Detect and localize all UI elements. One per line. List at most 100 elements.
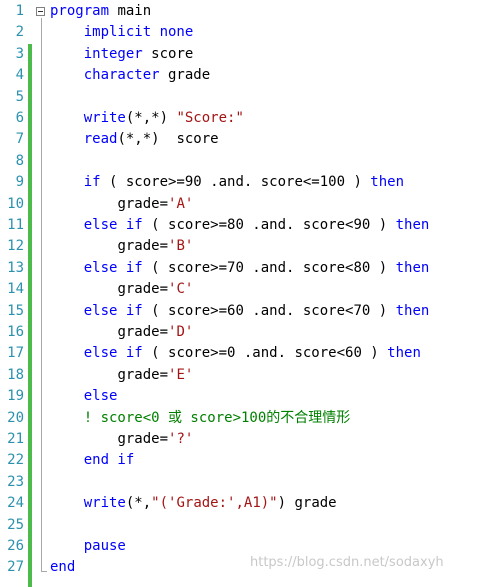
line-number: 19 xyxy=(7,388,24,405)
code-line[interactable]: 24 write(*,"('Grade:',A1)") grade xyxy=(0,493,478,514)
string-token: '?' xyxy=(168,431,194,447)
line-number: 3 xyxy=(15,45,24,62)
keyword-token: else if xyxy=(83,259,143,276)
line-number: 20 xyxy=(7,409,24,426)
keyword-token: else if xyxy=(83,217,143,233)
code-editor[interactable]: 1 program main 2 implicit none 3 integer sc… xyxy=(0,0,478,587)
code-text: if ( score>=90 .and. score<=100 ) then xyxy=(50,172,404,193)
line-number: 27 xyxy=(7,559,24,576)
keyword-token: else xyxy=(83,388,118,405)
line-number: 5 xyxy=(15,88,24,105)
code-text: grade='?' xyxy=(50,429,193,450)
keyword-token: read xyxy=(83,131,118,148)
code-line[interactable]: 1 program main xyxy=(0,1,478,22)
line-number: 16 xyxy=(7,324,24,340)
code-text: read(*,*) score xyxy=(50,129,219,150)
keyword-token: then xyxy=(395,259,430,276)
code-token: grade= xyxy=(117,281,169,298)
line-number: 25 xyxy=(7,516,24,533)
code-token: (*,*) xyxy=(125,110,177,126)
code-token: (*, xyxy=(125,495,152,512)
keyword-token: write xyxy=(83,110,126,126)
code-text: pause xyxy=(50,536,126,557)
keyword-token: write xyxy=(83,495,126,512)
line-number: 14 xyxy=(7,281,24,298)
string-token: 'E' xyxy=(168,366,194,383)
line-number: 1 xyxy=(15,3,24,19)
code-line[interactable]: 19 else xyxy=(0,386,478,407)
code-line[interactable]: 7 read(*,*) score xyxy=(0,129,478,150)
keyword-token: end xyxy=(50,559,76,576)
code-token: (*,*) score xyxy=(117,131,219,148)
code-line[interactable]: 9 if ( score>=90 .and. score<=100 ) then xyxy=(0,172,478,193)
keyword-token: end if xyxy=(83,452,135,469)
code-text: else if ( score>=70 .and. score<80 ) the… xyxy=(50,258,430,279)
string-token: 'D' xyxy=(168,324,194,340)
line-number: 8 xyxy=(15,152,24,169)
line-number: 22 xyxy=(7,452,24,469)
line-number: 6 xyxy=(15,110,24,126)
code-line[interactable]: 15 else if ( score>=60 .and. score<70 ) … xyxy=(0,301,478,322)
line-number: 13 xyxy=(7,259,24,276)
code-token: ( score>=60 .and. score<70 ) xyxy=(142,302,396,319)
comment-token: ! score<0 或 score>100的不合理情形 xyxy=(83,409,351,426)
code-line[interactable]: 6 write(*,*) "Score:" xyxy=(0,108,478,129)
code-line[interactable]: 8 xyxy=(0,151,478,172)
code-line[interactable]: 2 implicit none xyxy=(0,22,478,43)
line-number: 21 xyxy=(7,431,24,447)
keyword-token: then xyxy=(395,217,430,233)
line-number: 7 xyxy=(15,131,24,148)
string-token: "Score:" xyxy=(176,110,244,126)
code-token: grade= xyxy=(117,238,169,255)
code-line[interactable]: 4 character grade xyxy=(0,65,478,86)
code-token: score xyxy=(142,45,194,62)
line-number: 23 xyxy=(7,473,24,490)
code-text: write(*,"('Grade:',A1)") grade xyxy=(50,493,337,514)
code-line[interactable]: 16 grade='D' xyxy=(0,322,478,343)
code-line[interactable]: 21 grade='?' xyxy=(0,429,478,450)
code-line[interactable]: 20 ! score<0 或 score>100的不合理情形 xyxy=(0,408,478,429)
code-text: grade='A' xyxy=(50,194,193,215)
code-text: else if ( score>=80 .and. score<90 ) the… xyxy=(50,215,430,236)
code-token: ( score>=0 .and. score<60 ) xyxy=(142,345,388,362)
keyword-token: then xyxy=(370,174,405,191)
code-text: integer score xyxy=(50,44,194,65)
code-text: end if xyxy=(50,450,135,471)
line-number: 12 xyxy=(7,238,24,255)
code-text: ! score<0 或 score>100的不合理情形 xyxy=(50,408,351,429)
string-token: "('Grade:',A1)" xyxy=(151,495,278,512)
code-line[interactable]: 5 xyxy=(0,87,478,108)
line-number: 2 xyxy=(15,24,24,41)
code-token: grade= xyxy=(117,431,169,447)
line-number: 18 xyxy=(7,366,24,383)
code-line[interactable]: 18 grade='E' xyxy=(0,365,478,386)
code-line[interactable]: 25 xyxy=(0,515,478,536)
code-token: ( score>=90 .and. score<=100 ) xyxy=(100,174,371,191)
code-text: program main xyxy=(50,1,151,22)
code-token: ( score>=70 .and. score<80 ) xyxy=(142,259,396,276)
code-line[interactable]: 10 grade='A' xyxy=(0,194,478,215)
code-line[interactable]: 13 else if ( score>=70 .and. score<80 ) … xyxy=(0,258,478,279)
code-text: else if ( score>=0 .and. score<60 ) then xyxy=(50,343,421,364)
code-line[interactable]: 14 grade='C' xyxy=(0,279,478,300)
keyword-token: implicit none xyxy=(83,24,194,41)
code-line[interactable]: 12 grade='B' xyxy=(0,236,478,257)
code-text: grade='D' xyxy=(50,322,193,343)
code-line[interactable]: 23 xyxy=(0,472,478,493)
code-line[interactable]: 22 end if xyxy=(0,450,478,471)
keyword-token: character xyxy=(83,67,160,84)
keyword-token: else if xyxy=(83,345,143,362)
code-token: grade= xyxy=(117,195,169,212)
code-line[interactable]: 17 else if ( score>=0 .and. score<60 ) t… xyxy=(0,343,478,364)
string-token: 'A' xyxy=(168,195,194,212)
keyword-token: pause xyxy=(83,538,126,554)
code-text: grade='E' xyxy=(50,365,193,386)
code-line[interactable]: 11 else if ( score>=80 .and. score<90 ) … xyxy=(0,215,478,236)
string-token: 'C' xyxy=(168,281,194,298)
code-token: grade= xyxy=(117,324,169,340)
keyword-token: if xyxy=(83,174,101,191)
code-token: grade= xyxy=(117,366,169,383)
line-number: 17 xyxy=(7,345,24,362)
line-number: 4 xyxy=(15,67,24,84)
code-line[interactable]: 3 integer score xyxy=(0,44,478,65)
